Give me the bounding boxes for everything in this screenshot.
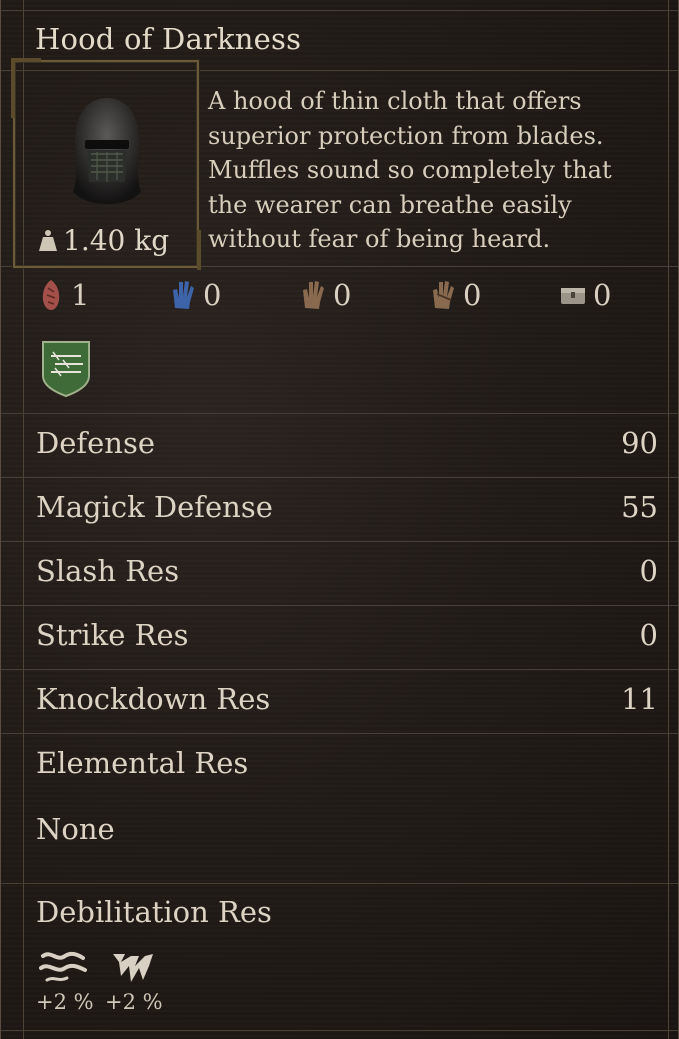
hood-item-icon bbox=[73, 98, 141, 204]
attribute-row-strike-res: Strike Res 0 bbox=[36, 618, 658, 652]
description-line: Muffles sound so completely that bbox=[208, 156, 612, 184]
wind-icon bbox=[39, 951, 87, 982]
claw-icon bbox=[113, 954, 153, 982]
attribute-value: 11 bbox=[621, 682, 658, 716]
description-line: without fear of being heard. bbox=[208, 225, 551, 253]
item-weight: 1.40 kg bbox=[37, 224, 169, 257]
item-title: Hood of Darkness bbox=[35, 22, 302, 56]
divider bbox=[1, 477, 678, 478]
vocation-stat: 0 bbox=[429, 278, 481, 312]
attribute-label: Magick Defense bbox=[36, 490, 273, 524]
attribute-row-knockdown-res: Knockdown Res 11 bbox=[36, 682, 658, 716]
red-hand-icon bbox=[42, 280, 60, 310]
weight-icon bbox=[39, 229, 57, 251]
attribute-value: 55 bbox=[621, 490, 658, 524]
vine-ornament bbox=[11, 58, 15, 118]
brown-hand-icon bbox=[303, 281, 324, 309]
divider bbox=[1, 733, 678, 734]
debilitation-res-heading: Debilitation Res bbox=[36, 895, 272, 929]
divider bbox=[1, 669, 678, 670]
vocation-stat-value: 1 bbox=[71, 278, 90, 312]
debilitation-value: +2 % bbox=[105, 990, 163, 1014]
attribute-row-slash-res: Slash Res 0 bbox=[36, 554, 658, 588]
vine-ornament bbox=[197, 230, 201, 270]
divider bbox=[1, 605, 678, 606]
elemental-res-value: None bbox=[36, 812, 115, 846]
weight-value: 1.40 kg bbox=[63, 224, 170, 257]
attribute-label: Slash Res bbox=[36, 554, 180, 588]
brown-hand-icon bbox=[433, 281, 454, 309]
attribute-row-magick-defense: Magick Defense 55 bbox=[36, 490, 658, 524]
vocation-stat-value: 0 bbox=[203, 278, 222, 312]
vocation-stat: 0 bbox=[169, 278, 221, 312]
vocation-stats-row: 1 0 0 0 0 bbox=[1, 278, 678, 318]
divider bbox=[1, 1030, 678, 1031]
description-line: the wearer can breathe easily bbox=[208, 190, 572, 219]
description-line: A hood of thin cloth that offers bbox=[208, 87, 582, 115]
vocation-stat-value: 0 bbox=[463, 278, 482, 312]
attribute-row-defense: Defense 90 bbox=[36, 426, 658, 460]
elemental-res-heading: Elemental Res bbox=[36, 746, 249, 780]
item-portrait-frame: 1.40 kg bbox=[11, 58, 201, 270]
item-details-panel: Hood of Darkness 1.40 kg A hood of thin … bbox=[0, 0, 679, 1039]
divider bbox=[1, 10, 678, 11]
chest-icon bbox=[561, 288, 585, 304]
attribute-value: 90 bbox=[621, 426, 658, 460]
vocation-stat-value: 0 bbox=[593, 278, 612, 312]
attribute-label: Strike Res bbox=[36, 618, 189, 652]
attribute-label: Knockdown Res bbox=[36, 682, 271, 716]
item-description: A hood of thin cloth that offers superio… bbox=[208, 84, 648, 257]
description-line: superior protection from blades. bbox=[208, 121, 604, 150]
vocation-stat: 0 bbox=[559, 278, 611, 312]
slash-resist-shield-icon bbox=[42, 341, 90, 398]
divider bbox=[1, 883, 678, 884]
attribute-value: 0 bbox=[639, 554, 658, 588]
divider bbox=[1, 541, 678, 542]
debilitation-value: +2 % bbox=[36, 990, 94, 1014]
attribute-value: 0 bbox=[639, 618, 658, 652]
divider bbox=[1, 413, 678, 414]
vine-ornament bbox=[11, 58, 41, 62]
vocation-stat: 0 bbox=[299, 278, 351, 312]
blue-hand-icon bbox=[173, 281, 194, 309]
vocation-stat-value: 0 bbox=[333, 278, 352, 312]
attribute-label: Defense bbox=[36, 426, 156, 460]
vocation-stat: 1 bbox=[37, 278, 89, 312]
